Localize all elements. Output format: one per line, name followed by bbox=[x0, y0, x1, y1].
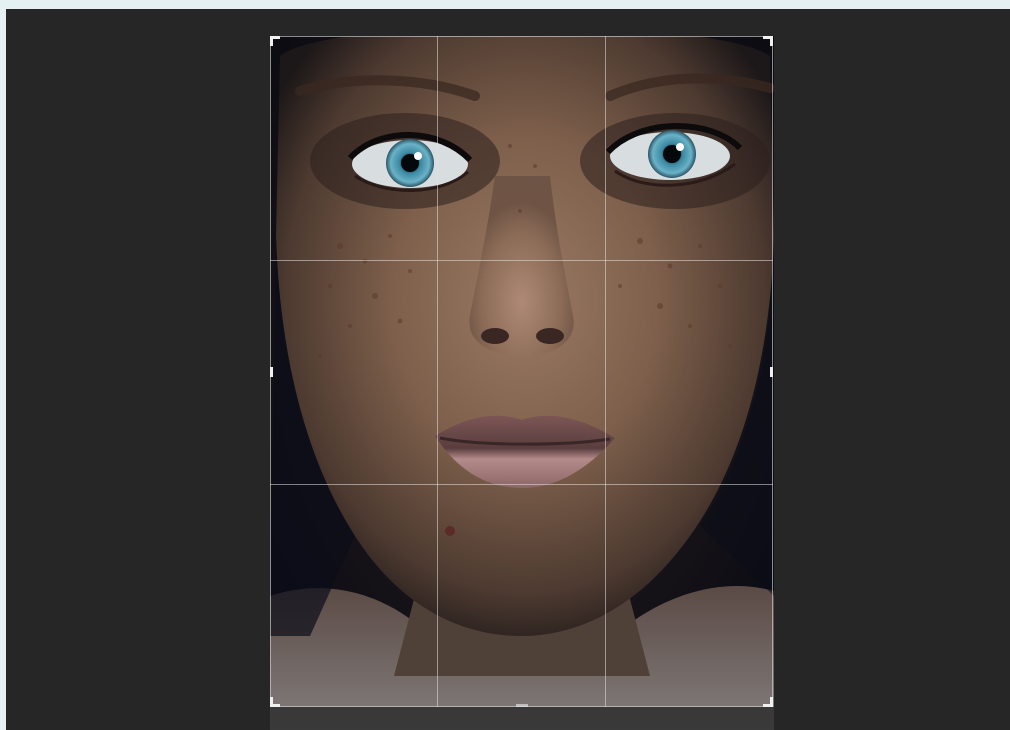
crop-handle-left-middle[interactable] bbox=[270, 367, 273, 377]
crop-grid-line-horizontal-1 bbox=[270, 260, 773, 261]
crop-handle-top-left-vertical[interactable] bbox=[270, 36, 273, 46]
portrait-image-illustration bbox=[270, 36, 774, 730]
crop-handle-bottom-right-vertical[interactable] bbox=[770, 697, 773, 707]
editor-canvas-area[interactable] bbox=[6, 9, 1010, 730]
crop-handle-top-right-vertical[interactable] bbox=[770, 36, 773, 46]
crop-grid-line-horizontal-2 bbox=[270, 484, 773, 485]
crop-outside-dim bbox=[270, 707, 774, 730]
crop-grid-line-vertical-2 bbox=[605, 36, 606, 707]
crop-grid-line-vertical-1 bbox=[437, 36, 438, 707]
photo-editor-window bbox=[0, 0, 1010, 730]
portrait-photo[interactable] bbox=[270, 36, 774, 730]
crop-handle-bottom-left-vertical[interactable] bbox=[270, 697, 273, 707]
crop-handle-right-middle[interactable] bbox=[770, 367, 773, 377]
crop-handle-bottom-middle[interactable] bbox=[516, 704, 528, 707]
